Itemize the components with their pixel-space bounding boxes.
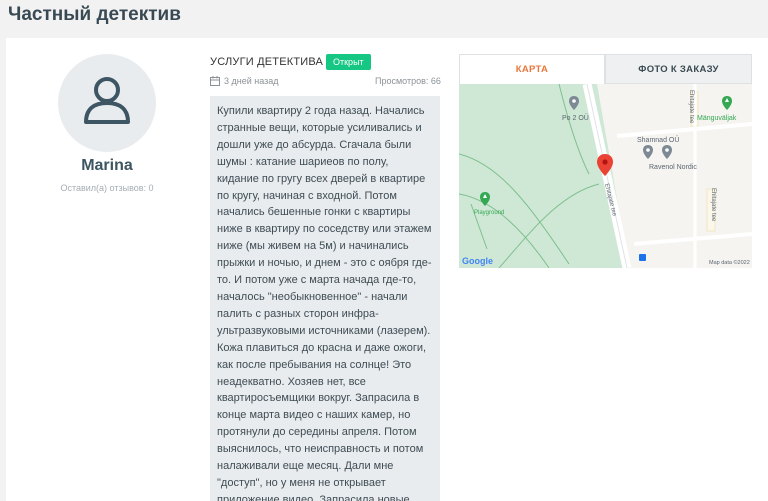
- google-logo: Google: [462, 256, 493, 266]
- order-date: 3 дней назад: [210, 76, 279, 86]
- user-name[interactable]: Marina: [6, 157, 208, 175]
- tab-map[interactable]: КАРТА: [459, 54, 605, 84]
- avatar: [58, 54, 156, 152]
- calendar-icon: [210, 76, 220, 86]
- poi-label-shamrad: Shamnad OÜ: [637, 136, 679, 144]
- order-card: Marina Оставил(а) отзывов: 0 УСЛУГИ ДЕТЕ…: [6, 38, 768, 501]
- poi-label-playground: Playground: [474, 210, 504, 216]
- poi-pin-icon[interactable]: [643, 145, 653, 159]
- service-category: УСЛУГИ ДЕТЕКТИВА: [210, 56, 324, 68]
- map-canvas[interactable]: Ehitajate tee Ehitajate tee Ehitajate te…: [459, 84, 752, 268]
- tabs: КАРТА ФОТО К ЗАКАЗУ: [459, 54, 752, 84]
- page-title: Частный детектив: [8, 4, 181, 25]
- poi-pin-icon[interactable]: [662, 145, 672, 159]
- views-count: Просмотров: 66: [375, 76, 441, 86]
- poi-label-manguvaljak: Mänguväljak: [697, 115, 737, 122]
- park-pin-icon[interactable]: [722, 96, 732, 110]
- reviews-count: Оставил(а) отзывов: 0: [60, 183, 154, 193]
- street-label-3: Ehitajate tee: [710, 188, 716, 222]
- order-description: Купили квартиру 2 года назад. Начались с…: [210, 96, 440, 501]
- poi-label-po: Po 2 OÜ: [562, 114, 589, 122]
- street-label-2: Ehitajate tee: [688, 90, 694, 124]
- tab-photo[interactable]: ФОТО К ЗАКАЗУ: [605, 54, 752, 84]
- map[interactable]: Ehitajate tee Ehitajate tee Ehitajate te…: [459, 84, 752, 268]
- map-copyright: Map data ©2022: [709, 259, 750, 266]
- status-badge: Открыт: [326, 54, 371, 70]
- bus-stop-icon: [639, 254, 646, 261]
- order-date-text: 3 дней назад: [224, 76, 279, 86]
- user-icon: [84, 77, 130, 124]
- poi-label-ravenol: Ravenol Nordic: [649, 164, 697, 171]
